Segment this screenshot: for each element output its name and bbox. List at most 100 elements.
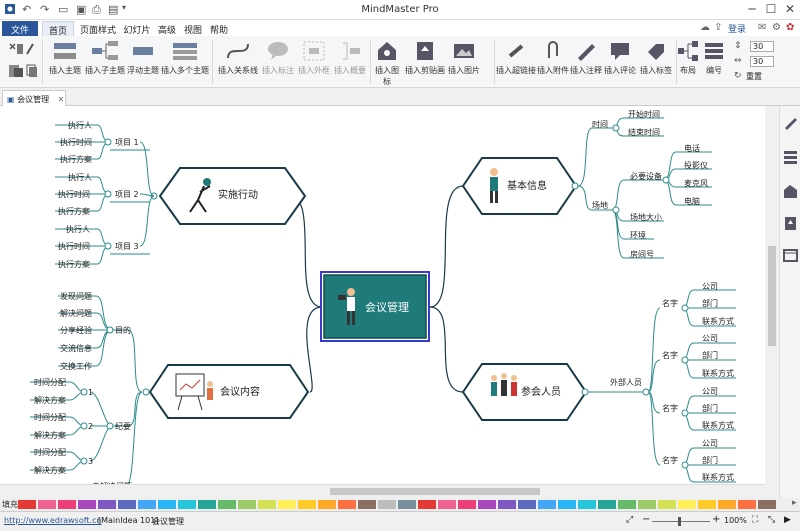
collapse-toggle[interactable] <box>142 388 150 396</box>
basic-time-end[interactable]: 结束时间 <box>628 127 660 137</box>
zoom-slider-thumb[interactable] <box>678 517 681 526</box>
minutes-1-time[interactable]: 时间分配 <box>34 377 66 387</box>
palette-swatch[interactable] <box>298 500 316 509</box>
menu-page-style[interactable]: 页面样式 <box>78 21 118 36</box>
minutes-2-time[interactable]: 时间分配 <box>34 412 66 422</box>
external-2-dept[interactable]: 部门 <box>702 350 718 360</box>
palette-swatch[interactable] <box>718 500 736 509</box>
equipment-projector[interactable]: 投影仪 <box>684 160 708 170</box>
maximize-icon[interactable]: ☐ <box>764 2 778 16</box>
gift-icon[interactable]: ✉ <box>758 22 766 33</box>
palette-swatch[interactable] <box>598 500 616 509</box>
palette-swatch[interactable] <box>458 500 476 509</box>
minutes-1-solution[interactable]: 解决方案 <box>34 395 66 405</box>
basic-time-label[interactable]: 时间 <box>592 119 608 129</box>
palette-swatch[interactable] <box>558 500 576 509</box>
insert-clipart-button[interactable]: 插入剪贴画 <box>404 38 446 86</box>
implement-item-3-sub-3[interactable]: 执行方案 <box>58 259 90 269</box>
vertical-scroll-thumb[interactable] <box>768 246 776 346</box>
insert-attachment-button[interactable]: 插入附件 <box>536 38 570 86</box>
palette-swatch[interactable] <box>618 500 636 509</box>
website-link[interactable]: http://www.edrawsoft.cn <box>4 516 102 525</box>
basic-time-start[interactable]: 开始时间 <box>628 109 660 119</box>
zoom-out-icon[interactable]: − <box>642 514 650 525</box>
minutes-item-2[interactable]: 2 <box>88 422 93 431</box>
collapse-toggle[interactable] <box>571 182 579 190</box>
palette-swatch[interactable] <box>338 500 356 509</box>
palette-swatch[interactable] <box>198 500 216 509</box>
external-2-contact[interactable]: 联系方式 <box>702 368 734 378</box>
mindmap-svg[interactable]: 会议管理 实施行动 基本信息 会议内容 参会人员 项目 1 执行人 执行时间 执… <box>0 106 765 498</box>
numbering-button[interactable]: 编号 <box>702 38 726 86</box>
mindmap-canvas[interactable]: 会议管理 实施行动 基本信息 会议内容 参会人员 项目 1 执行人 执行时间 执… <box>0 106 765 498</box>
collapse-toggle[interactable] <box>581 388 589 396</box>
clipart-panel-icon[interactable] <box>783 216 798 230</box>
basic-equipment-label[interactable]: 必要设备 <box>630 171 662 181</box>
palette-swatch[interactable] <box>218 500 236 509</box>
external-1-company[interactable]: 公司 <box>702 282 718 291</box>
paste-icon[interactable] <box>8 64 24 81</box>
insert-icon-button[interactable]: 插入图标 <box>372 38 402 86</box>
minutes-item-1[interactable]: 1 <box>88 388 93 397</box>
palette-swatch[interactable] <box>98 500 116 509</box>
topic-attendees[interactable]: 参会人员 <box>461 363 589 421</box>
topic-implement[interactable]: 实施行动 <box>150 167 307 225</box>
palette-swatch[interactable] <box>138 500 156 509</box>
tasks-panel-icon[interactable] <box>783 248 798 262</box>
menu-home[interactable]: 首页 <box>42 21 74 37</box>
implement-item-1-sub-3[interactable]: 执行方案 <box>60 154 92 164</box>
implement-item-1[interactable]: 项目 1 <box>115 138 139 147</box>
goal-share-experience[interactable]: 分享经验 <box>60 325 92 335</box>
horizontal-scroll-thumb[interactable] <box>330 488 540 495</box>
palette-swatch[interactable] <box>578 500 596 509</box>
document-tab[interactable]: ▣ 会议管理 ✕ <box>2 90 66 106</box>
palette-swatch[interactable] <box>158 500 176 509</box>
palette-swatch[interactable] <box>678 500 696 509</box>
palette-swatch[interactable] <box>358 500 376 509</box>
minutes-item-3[interactable]: 3 <box>88 457 93 466</box>
place-environment[interactable]: 环境 <box>630 230 646 240</box>
implement-item-1-sub-2[interactable]: 执行时间 <box>60 137 92 147</box>
format-panel-icon[interactable] <box>783 116 798 130</box>
copy-icon[interactable] <box>26 64 38 81</box>
minutes-2-solution[interactable]: 解决方案 <box>34 430 66 440</box>
topic-content[interactable]: 会议内容 <box>142 364 310 419</box>
implement-item-3-sub-1[interactable]: 执行人 <box>66 224 90 234</box>
external-4-dept[interactable]: 部门 <box>702 455 718 465</box>
share-icon[interactable]: ⇪ <box>714 22 722 33</box>
zoom-in-icon[interactable]: + <box>712 514 720 525</box>
minutes-3-solution[interactable]: 解决方案 <box>34 465 66 475</box>
palette-swatch[interactable] <box>18 500 36 509</box>
insert-image-button[interactable]: 插入图片 <box>446 38 482 86</box>
spacing-h-input[interactable]: 30 <box>750 41 774 52</box>
external-1-contact[interactable]: 联系方式 <box>702 316 734 326</box>
insert-subtopic-button[interactable]: 插入子主题 <box>84 38 126 86</box>
vertical-scrollbar[interactable] <box>765 106 779 498</box>
implement-item-2-sub-2[interactable]: 执行时间 <box>58 189 90 199</box>
external-3-company[interactable]: 公司 <box>702 387 718 396</box>
menu-help[interactable]: 帮助 <box>208 21 230 36</box>
icon-panel-icon[interactable] <box>783 184 798 198</box>
minimize-icon[interactable]: ─ <box>745 2 759 16</box>
implement-item-3[interactable]: 项目 3 <box>115 242 139 251</box>
palette-swatch[interactable] <box>538 500 556 509</box>
layout-button[interactable]: 布局 <box>676 38 700 86</box>
login-link[interactable]: 登录 <box>728 22 746 35</box>
palette-swatch[interactable] <box>58 500 76 509</box>
minutes-3-time[interactable]: 时间分配 <box>34 447 66 457</box>
goal-solve-issues[interactable]: 解决问题 <box>60 308 92 318</box>
reset-icon[interactable]: ↻ <box>734 71 742 81</box>
equipment-microphone[interactable]: 麦克风 <box>684 178 708 188</box>
fullscreen-icon[interactable]: ⤡ <box>768 515 775 525</box>
palette-swatch[interactable] <box>418 500 436 509</box>
insert-callout-button[interactable]: 插入标注 <box>260 38 296 86</box>
palette-swatch[interactable] <box>518 500 536 509</box>
central-topic[interactable]: 会议管理 <box>320 271 430 342</box>
palette-swatch[interactable] <box>118 500 136 509</box>
reset-button[interactable]: 重置 <box>746 71 762 82</box>
palette-swatch[interactable] <box>178 500 196 509</box>
external-2-company[interactable]: 公司 <box>702 334 718 343</box>
content-minutes-label[interactable]: 纪要 <box>115 421 131 431</box>
implement-item-2[interactable]: 项目 2 <box>115 190 139 199</box>
palette-swatch[interactable] <box>438 500 456 509</box>
